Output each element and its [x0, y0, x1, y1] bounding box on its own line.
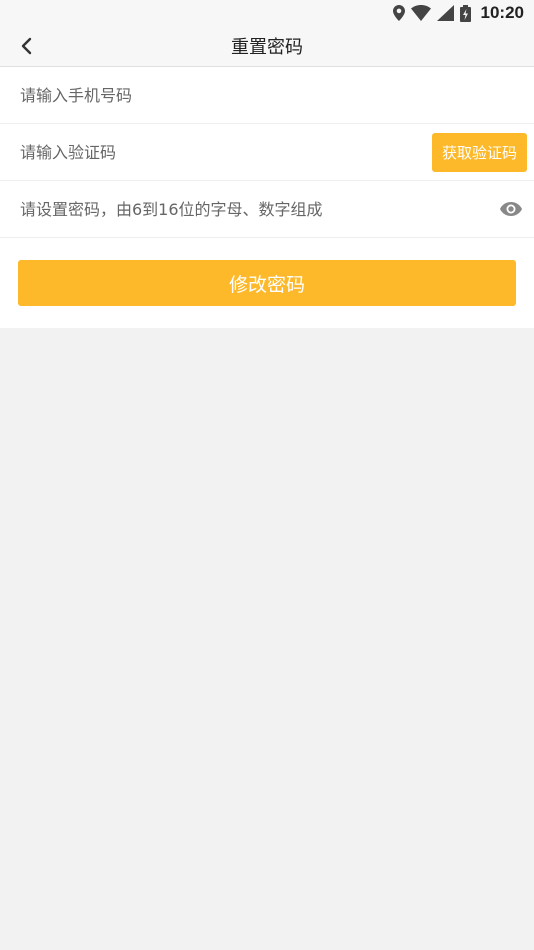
- signal-icon: [436, 5, 454, 21]
- status-bar: 10:20: [0, 0, 534, 26]
- phone-input[interactable]: [20, 67, 524, 123]
- submit-button[interactable]: 修改密码: [18, 260, 516, 306]
- submit-wrap: 修改密码: [0, 238, 534, 306]
- code-row: 获取验证码: [0, 124, 534, 181]
- toggle-password-visibility-button[interactable]: [498, 199, 524, 219]
- password-input[interactable]: [20, 181, 498, 237]
- eye-icon: [500, 202, 522, 216]
- location-icon: [392, 5, 405, 21]
- wifi-icon: [410, 5, 431, 21]
- back-button[interactable]: [10, 26, 42, 66]
- status-time: 10:20: [480, 3, 524, 22]
- chevron-left-icon: [21, 37, 32, 55]
- page-title: 重置密码: [231, 37, 303, 58]
- phone-row: [0, 67, 534, 124]
- battery-icon: [459, 4, 471, 22]
- reset-password-form: 获取验证码 修改密码: [0, 67, 534, 328]
- verification-code-input[interactable]: [20, 124, 432, 180]
- password-row: [0, 181, 534, 238]
- get-code-button[interactable]: 获取验证码: [432, 132, 527, 172]
- nav-bar: 重置密码: [0, 26, 534, 67]
